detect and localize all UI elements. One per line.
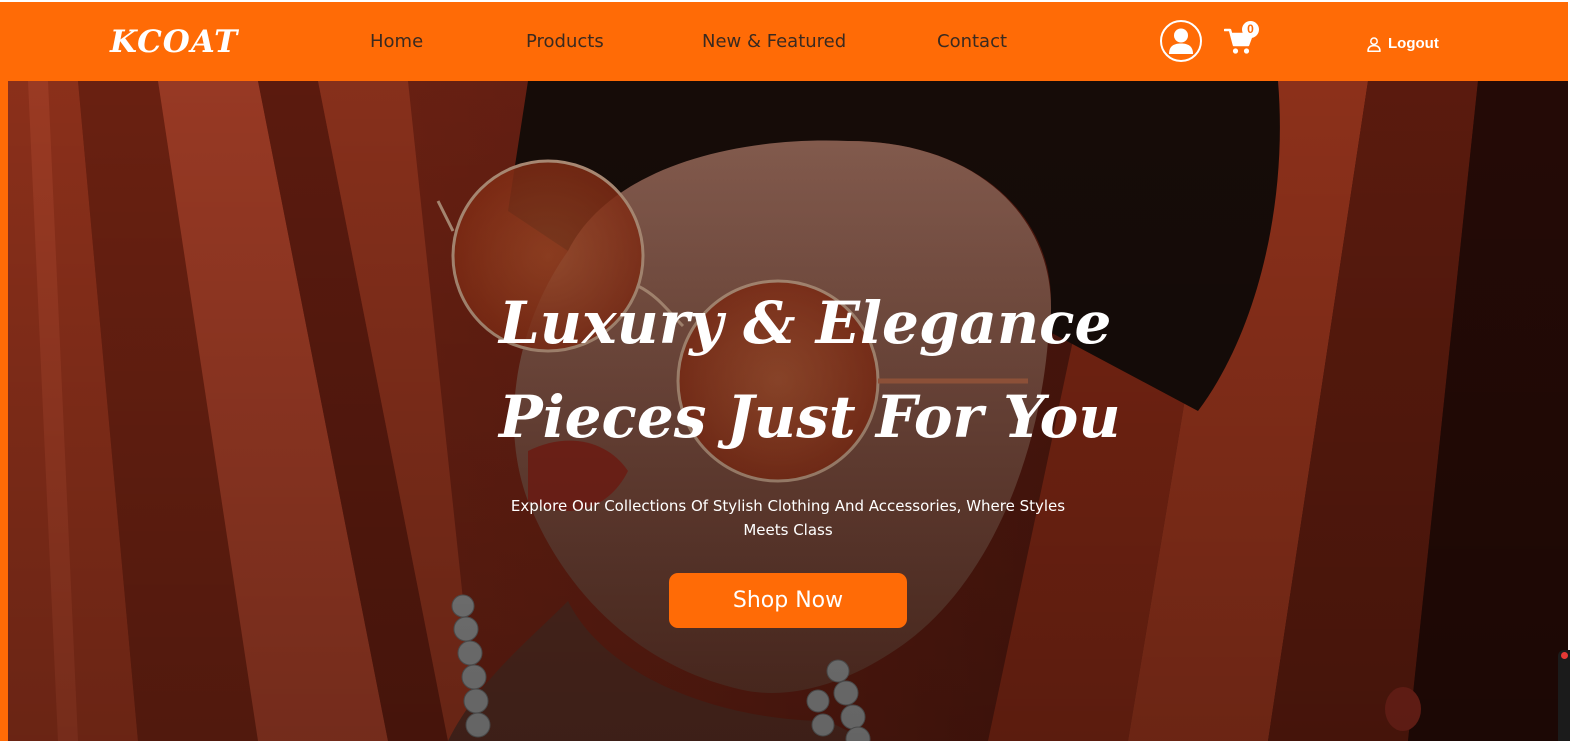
hero-subtitle: Explore Our Collections Of Stylish Cloth… — [510, 497, 1066, 539]
left-edge-accent — [0, 81, 8, 741]
nav-link-products[interactable]: Products — [526, 30, 604, 54]
hero-title-line-1: Luxury & Elegance — [499, 289, 1112, 357]
shop-now-button[interactable]: Shop Now — [669, 573, 907, 628]
user-circle-icon — [1169, 28, 1193, 54]
logout-link[interactable]: Logout — [1367, 34, 1439, 54]
account-button[interactable] — [1160, 20, 1202, 62]
nav-link-home[interactable]: Home — [370, 30, 423, 54]
right-page-edge — [1568, 0, 1584, 741]
cart-count-badge: 0 — [1242, 21, 1259, 38]
page: KCOAT Home Products New & Featured Conta… — [0, 0, 1584, 741]
hero-section: Luxury & Elegance Pieces Just For You Ex… — [8, 81, 1568, 741]
logout-label: Logout — [1388, 35, 1439, 52]
user-outline-icon — [1367, 36, 1381, 52]
side-widget-tab[interactable] — [1558, 650, 1570, 741]
record-indicator-icon — [1561, 652, 1568, 659]
nav-link-contact[interactable]: Contact — [937, 30, 1007, 54]
nav-link-new-featured[interactable]: New & Featured — [702, 30, 846, 54]
hero-title-line-2: Pieces Just For You — [499, 383, 1121, 451]
top-navbar: KCOAT Home Products New & Featured Conta… — [0, 2, 1568, 81]
brand-logo[interactable]: KCOAT — [110, 22, 238, 62]
